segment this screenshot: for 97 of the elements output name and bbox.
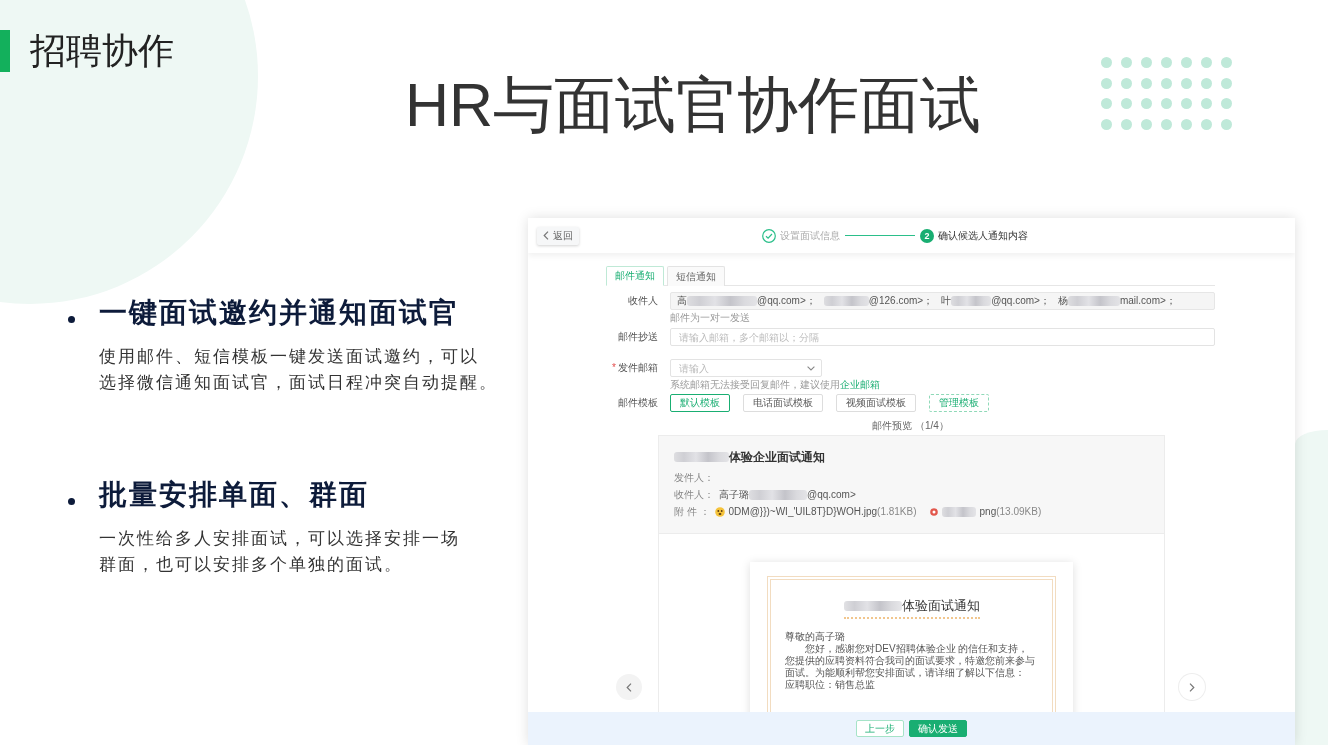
decor-dot (1101, 77, 1112, 89)
feature-heading: 一键面试邀约并通知面试官 (99, 296, 459, 330)
back-button[interactable]: 返回 (537, 226, 579, 245)
field-label: 邮件抄送 (618, 330, 658, 344)
template-button[interactable]: 默认模板 (670, 394, 730, 412)
enterprise-mail-link[interactable]: 企业邮箱 (840, 379, 880, 390)
decor-dot (1101, 57, 1112, 68)
step-label: 确认候选人通知内容 (938, 228, 1028, 243)
section-title: 招聘协作 (30, 30, 174, 72)
chevron-right-icon (1189, 682, 1195, 692)
redaction-blur (951, 296, 992, 306)
attachment-size: (13.09KB) (996, 505, 1042, 519)
decor-dot (1121, 57, 1132, 68)
recipient-address: mail.com>； (1119, 294, 1176, 308)
decor-dot (1121, 118, 1132, 130)
redaction-blur (941, 506, 976, 517)
meta-label: 附 件 ： (674, 505, 710, 519)
decor-dot (1221, 98, 1232, 109)
decor-dot (1141, 118, 1152, 130)
redaction-blur (674, 452, 729, 462)
decor-dot (1101, 98, 1112, 109)
chevron-left-icon (543, 231, 549, 240)
letter-paragraph: 您好，感谢您对DEV招聘体验企业 的信任和支持，您提供的应聘资料符合我司的面试要求，特邀您前来参与面试。为能顺利帮您安排面试，请详细了解以下信息： (785, 643, 1036, 679)
decor-dot (1161, 77, 1172, 89)
next-button[interactable] (1179, 674, 1205, 700)
decor-dot (1181, 77, 1192, 89)
decor-dot (1201, 118, 1212, 130)
redaction-blur (749, 489, 807, 500)
letter-position: 应聘职位：销售总监 (785, 679, 876, 691)
attachment-name[interactable]: 0DM@}})~WI_'UIL8T}D}WOH.jpg (728, 504, 878, 519)
redaction-blur (1067, 296, 1120, 306)
decor-dot (1161, 98, 1172, 109)
file-icon (929, 507, 938, 516)
decor-dot (1181, 57, 1192, 68)
decor-dot (1221, 77, 1232, 89)
feature-description: 群面，也可以安排多个单独的面试。 (99, 554, 403, 576)
letter-greeting: 尊敬的高子璐 (785, 631, 846, 643)
recipient-name: 高子璐 (719, 488, 749, 502)
decor-dot (1221, 118, 1232, 130)
redaction-blur (823, 296, 869, 306)
tab[interactable]: 短信通知 (667, 266, 725, 286)
decor-dot (1181, 118, 1192, 130)
field-label: 邮件模板 (618, 396, 658, 410)
feature-description: 一次性给多人安排面试，可以选择安排一场 (99, 528, 460, 550)
attachment-name[interactable]: png (979, 504, 997, 519)
recipient-name: 叶 (941, 294, 952, 308)
meta-label: 发件人： (674, 471, 714, 485)
manage-templates-button[interactable]: 管理模板 (929, 394, 989, 412)
email-subject: 体验企业面试通知 (729, 449, 825, 465)
decor-dot (1141, 57, 1152, 68)
chevron-down-icon (807, 365, 815, 371)
recipient-address: @qq.com> (807, 488, 856, 502)
decor-dot (1121, 77, 1132, 89)
attachment-size: (1.81KB) (877, 505, 917, 519)
decor-dot (1121, 98, 1132, 109)
bullet-icon (68, 498, 75, 505)
step-number: 2 (920, 228, 934, 243)
decor-dot (1161, 118, 1172, 130)
emoji-face-icon (714, 506, 725, 517)
recipient-address: @126.com>； (868, 294, 934, 308)
sender-select[interactable]: 请输入 (670, 359, 822, 377)
redaction-blur (687, 296, 757, 306)
step-connector (845, 235, 915, 236)
redaction-blur (843, 601, 902, 611)
template-button[interactable]: 视频面试模板 (836, 394, 916, 412)
accent-bar (0, 30, 10, 72)
decor-dot (1141, 77, 1152, 89)
decor-dot (1201, 57, 1212, 68)
decor-dot (1181, 98, 1192, 109)
bullet-icon (68, 316, 75, 323)
recipient-name: 杨 (1057, 294, 1068, 308)
meta-label: 收件人： (674, 488, 714, 502)
field-label: 收件人 (628, 294, 658, 308)
decor-dot (1201, 77, 1212, 89)
previous-button[interactable] (616, 674, 642, 700)
slide-title: HR与面试官协作面试 (405, 70, 982, 141)
chevron-left-icon (626, 682, 632, 692)
decor-dot (1141, 98, 1152, 109)
decor-dot (1101, 118, 1112, 130)
decor-dot (1221, 57, 1232, 68)
decor-dot (1161, 57, 1172, 68)
step-label: 设置面试信息 (780, 228, 840, 243)
recipients-field[interactable]: 高 @qq.com>； @126.com>； 叶 @qq.com>； 杨 mail.com>； (670, 292, 1215, 310)
field-label: * 发件邮箱 (612, 361, 658, 375)
feature-description: 使用邮件、短信模板一键发送面试邀约，可以 (99, 346, 479, 368)
letter-title-text: 体验面试通知 (901, 598, 980, 614)
tab[interactable]: 邮件通知 (606, 266, 664, 286)
previous-step-button[interactable]: 上一步 (856, 720, 904, 737)
decor-dot (1201, 98, 1212, 109)
feature-heading: 批量安排单面、群面 (99, 478, 369, 512)
template-button[interactable]: 电话面试模板 (743, 394, 823, 412)
recipient-address: @qq.com>； (757, 294, 816, 308)
recipient-name: 高 (677, 294, 687, 308)
field-hint: 系统邮箱无法接受回复邮件，建议使用企业邮箱 (670, 378, 880, 391)
preview-caption: 邮件预览 （1/4） (872, 420, 949, 432)
recipient-address: @qq.com>； (991, 294, 1050, 308)
feature-description: 选择微信通知面试官，面试日程冲突自动提醒。 (99, 372, 498, 394)
